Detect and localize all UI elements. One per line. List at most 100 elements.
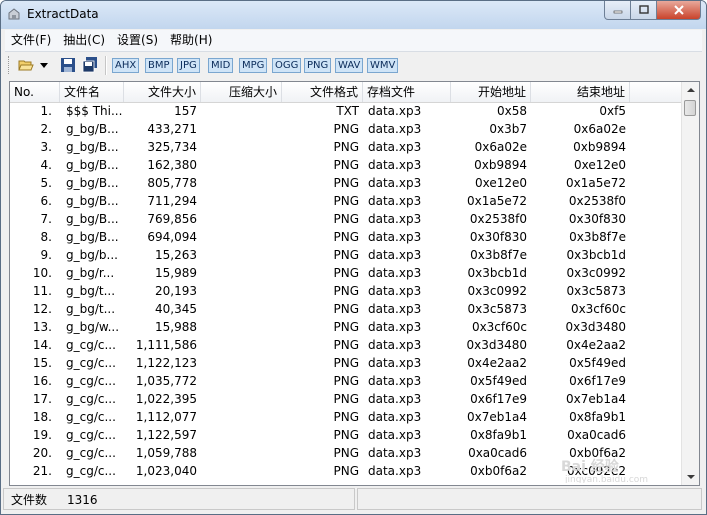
cell-start-address: 0x4e2aa2 xyxy=(467,356,527,370)
table-row[interactable]: 14. g_cg/c... 1,111,586 PNG data.xp3 0x3d3480… xyxy=(10,336,690,354)
table-row[interactable]: 5. g_bg/B... 805,778 PNG data.xp3 0xe12e0 0x1a… xyxy=(10,174,690,192)
dropdown-arrow-icon[interactable] xyxy=(39,57,49,73)
column-header-compressed-size[interactable]: 压缩大小 xyxy=(201,82,282,102)
cell-end-address: 0x3c0992 xyxy=(566,266,626,280)
cell-start-address: 0x3d3480 xyxy=(466,338,527,352)
filter-wmv-button[interactable]: WMV xyxy=(367,58,399,73)
table-row[interactable]: 1. $$$ Thi... 157 TXT data.xp3 0x58 0xf5 xyxy=(10,102,690,120)
table-row[interactable]: 11. g_bg/t... 20,193 PNG data.xp3 0x3c0992 0x3… xyxy=(10,282,690,300)
title-bar[interactable]: ExtractData xyxy=(1,1,706,29)
menu-extract[interactable]: 抽出(C) xyxy=(57,30,111,51)
table-row[interactable]: 18. g_cg/c... 1,112,077 PNG data.xp3 0x7eb1a4… xyxy=(10,408,690,426)
table-row[interactable]: 12. g_bg/t... 40,345 PNG data.xp3 0x3c5873 0x3… xyxy=(10,300,690,318)
cell-filesize: 15,989 xyxy=(155,266,197,280)
column-header-start-address[interactable]: 开始地址 xyxy=(451,82,531,102)
cell-compressed-size xyxy=(201,138,278,156)
cell-archive: data.xp3 xyxy=(368,392,422,406)
file-list[interactable]: No. 文件名 文件大小 压缩大小 文件格式 存档文件 开始地址 结束地址 1.… xyxy=(9,81,700,486)
maximize-button[interactable] xyxy=(631,1,657,20)
cell-start-address: 0x3cf60c xyxy=(471,320,527,334)
cell-end-address: 0x1a5e72 xyxy=(565,176,626,190)
table-row[interactable]: 4. g_bg/B... 162,380 PNG data.xp3 0xb9894 0xe1… xyxy=(10,156,690,174)
cell-archive: data.xp3 xyxy=(368,194,422,208)
filter-jpg-button[interactable]: JPG xyxy=(177,58,200,73)
cell-filesize: 433,271 xyxy=(147,122,197,136)
filter-mpg-button[interactable]: MPG xyxy=(239,58,268,73)
cell-end-address: 0x2538f0 xyxy=(568,194,626,208)
cell-format: PNG xyxy=(333,194,359,208)
cell-archive: data.xp3 xyxy=(368,338,422,352)
cell-compressed-size xyxy=(201,462,278,480)
column-header-archive[interactable]: 存档文件 xyxy=(363,82,451,102)
toolbar-separator xyxy=(105,56,107,75)
cell-compressed-size xyxy=(201,444,278,462)
table-row[interactable]: 17. g_cg/c... 1,022,395 PNG data.xp3 0x6f17e9… xyxy=(10,390,690,408)
cell-start-address: 0x7eb1a4 xyxy=(467,410,527,424)
cell-no: 5. xyxy=(40,176,52,190)
cell-compressed-size xyxy=(201,354,278,372)
filter-wav-button[interactable]: WAV xyxy=(335,58,364,73)
menu-file[interactable]: 文件(F) xyxy=(5,30,57,51)
save-icon[interactable] xyxy=(60,57,76,73)
scroll-up-button[interactable] xyxy=(683,82,698,98)
minimize-icon xyxy=(613,10,622,14)
cell-archive: data.xp3 xyxy=(368,302,422,316)
cell-no: 6. xyxy=(40,194,52,208)
column-header-filename[interactable]: 文件名 xyxy=(60,82,124,102)
cell-end-address: 0xe12e0 xyxy=(573,158,626,172)
cell-compressed-size xyxy=(201,192,278,210)
table-row[interactable]: 10. g_bg/r... 15,989 PNG data.xp3 0x3bcb1d 0x3… xyxy=(10,264,690,282)
table-row[interactable]: 16. g_cg/c... 1,035,772 PNG data.xp3 0x5f49ed… xyxy=(10,372,690,390)
table-row[interactable]: 8. g_bg/B... 694,094 PNG data.xp3 0x30f830 0x3… xyxy=(10,228,690,246)
menu-settings[interactable]: 设置(S) xyxy=(111,30,164,51)
cell-filename: g_cg/c... xyxy=(66,446,116,460)
status-panel-empty xyxy=(357,488,702,510)
filter-bmp-button[interactable]: BMP xyxy=(145,58,173,73)
cell-start-address: 0x8fa9b1 xyxy=(470,428,527,442)
cell-no: 16. xyxy=(32,374,52,388)
scroll-thumb[interactable] xyxy=(684,100,696,116)
table-row[interactable]: 6. g_bg/B... 711,294 PNG data.xp3 0x1a5e72 0x2… xyxy=(10,192,690,210)
cell-filename: g_bg/B... xyxy=(66,122,119,136)
table-row[interactable]: 7. g_bg/B... 769,856 PNG data.xp3 0x2538f0 0x3… xyxy=(10,210,690,228)
table-row[interactable]: 3. g_bg/B... 325,734 PNG data.xp3 0x6a02e 0xb9… xyxy=(10,138,690,156)
filter-ahx-button[interactable]: AHX xyxy=(112,58,140,73)
arrow-up-icon xyxy=(686,88,695,92)
cell-filename: g_cg/c... xyxy=(66,338,116,352)
table-row[interactable]: 2. g_bg/B... 433,271 PNG data.xp3 0x3b7 0x6a02… xyxy=(10,120,690,138)
cell-filename: g_cg/c... xyxy=(66,392,116,406)
cell-start-address: 0x3b8f7e xyxy=(470,248,527,262)
cell-format: PNG xyxy=(333,122,359,136)
save-all-icon[interactable] xyxy=(82,57,98,73)
minimize-button[interactable] xyxy=(604,1,631,20)
cell-no: 19. xyxy=(32,428,52,442)
table-row[interactable]: 19. g_cg/c... 1,122,597 PNG data.xp3 0x8fa9b1… xyxy=(10,426,690,444)
cell-start-address: 0x1a5e72 xyxy=(466,194,527,208)
column-header-format[interactable]: 文件格式 xyxy=(282,82,363,102)
table-row[interactable]: 9. g_bg/b... 15,263 PNG data.xp3 0x3b8f7e 0x3b… xyxy=(10,246,690,264)
cell-archive: data.xp3 xyxy=(368,446,422,460)
cell-start-address: 0x6f17e9 xyxy=(470,392,527,406)
column-header-no[interactable]: No. xyxy=(10,82,60,102)
cell-end-address: 0x3b8f7e xyxy=(569,230,626,244)
filter-mid-button[interactable]: MID xyxy=(208,58,234,73)
column-header-filesize[interactable]: 文件大小 xyxy=(124,82,201,102)
toolbar-grip[interactable] xyxy=(8,56,12,74)
list-rows: 1. $$$ Thi... 157 TXT data.xp3 0x58 0xf5 2. g_bg… xyxy=(10,102,690,480)
filter-ogg-button[interactable]: OGG xyxy=(272,58,302,73)
filter-png-button[interactable]: PNG xyxy=(304,58,332,73)
maximize-icon xyxy=(638,5,649,14)
menu-help[interactable]: 帮助(H) xyxy=(164,30,218,51)
cell-filename: g_cg/c... xyxy=(66,356,116,370)
open-folder-icon[interactable] xyxy=(18,57,34,73)
cell-start-address: 0xb9894 xyxy=(474,158,527,172)
column-header-end-address[interactable]: 结束地址 xyxy=(531,82,630,102)
table-row[interactable]: 15. g_cg/c... 1,122,123 PNG data.xp3 0x4e2aa2… xyxy=(10,354,690,372)
vertical-scrollbar[interactable] xyxy=(681,82,699,485)
cell-no: 13. xyxy=(32,320,52,334)
close-button[interactable] xyxy=(657,1,701,20)
table-row[interactable]: 13. g_bg/w... 15,988 PNG data.xp3 0x3cf60c 0x3… xyxy=(10,318,690,336)
app-icon xyxy=(8,8,20,20)
cell-filename: g_bg/t... xyxy=(66,302,116,316)
cell-archive: data.xp3 xyxy=(368,158,422,172)
